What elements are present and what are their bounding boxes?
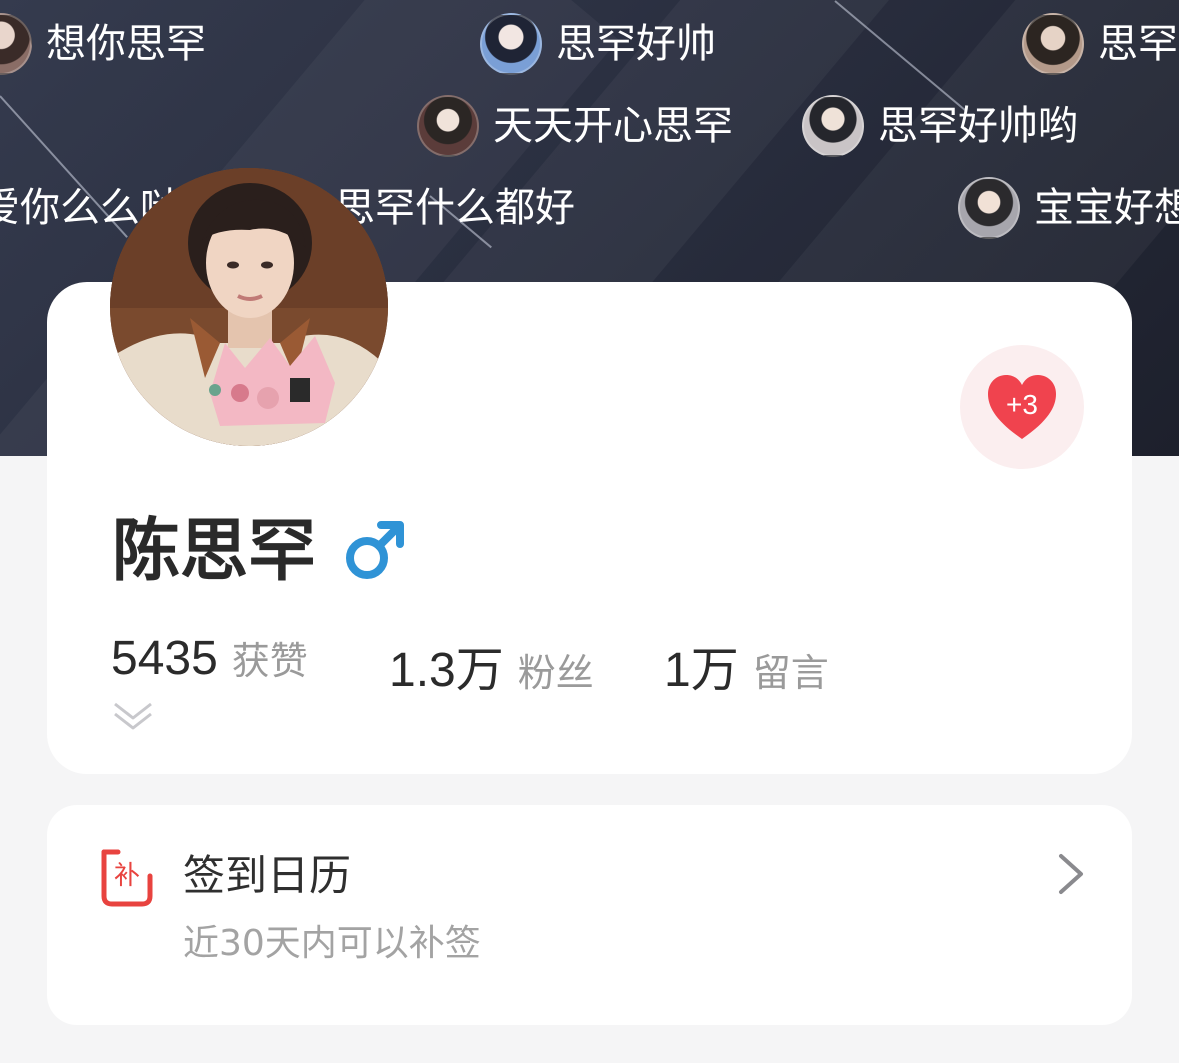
user-avatar[interactable] (110, 168, 388, 446)
user-name: 陈思罕 (112, 512, 317, 591)
danmaku-text: 天天开心思罕 (493, 103, 733, 149)
stat-value: 1万 (664, 644, 739, 697)
fan-avatar (958, 177, 1020, 239)
danmaku-item: 思罕 (1022, 12, 1178, 76)
calendar-subtitle: 近30天内可以补签 (183, 923, 481, 964)
makeup-checkin-icon: 补 (101, 849, 153, 907)
danmaku-item: 宝宝好想 (958, 176, 1179, 240)
stat-value: 5435 (111, 632, 218, 685)
stat-label: 留言 (752, 651, 829, 695)
danmaku-text: 思罕好帅 (556, 21, 716, 67)
danmaku-text: 思罕好帅哟 (878, 103, 1078, 149)
expand-chevron-icon[interactable] (112, 700, 154, 732)
fan-avatar (480, 13, 542, 75)
fan-avatar (417, 95, 479, 157)
fan-avatar (802, 95, 864, 157)
danmaku-text: 想你思罕 (46, 21, 206, 67)
stat-label: 获赞 (231, 639, 308, 683)
male-gender-icon (346, 521, 404, 579)
stat-label: 粉丝 (517, 651, 594, 695)
danmaku-item: 思罕什么都好 (335, 176, 575, 240)
danmaku-item: 天天开心思罕 (417, 94, 733, 158)
calendar-title: 签到日历 (183, 851, 352, 900)
stat-fans[interactable]: 1.3万 粉丝 (389, 630, 594, 700)
danmaku-text: 宝宝好想 (1034, 185, 1179, 231)
chevron-right-icon[interactable] (1055, 852, 1087, 896)
danmaku-text: 思罕什么都好 (335, 185, 575, 231)
checkin-calendar-card[interactable] (47, 805, 1132, 1025)
danmaku-item: 思罕好帅 (480, 12, 716, 76)
stat-value: 1.3万 (389, 644, 504, 697)
danmaku-item: 想你思罕 (0, 12, 206, 76)
like-badge[interactable]: +3 (960, 345, 1084, 469)
checkin-icon-char: 补 (114, 861, 140, 891)
stat-messages[interactable]: 1万 留言 (664, 630, 829, 700)
fan-avatar (1022, 13, 1084, 75)
danmaku-text: 思罕 (1098, 21, 1178, 67)
stat-likes[interactable]: 5435 获赞 (111, 630, 308, 686)
fan-avatar (0, 13, 32, 75)
danmaku-item: 思罕好帅哟 (802, 94, 1078, 158)
like-count: +3 (1006, 389, 1038, 420)
